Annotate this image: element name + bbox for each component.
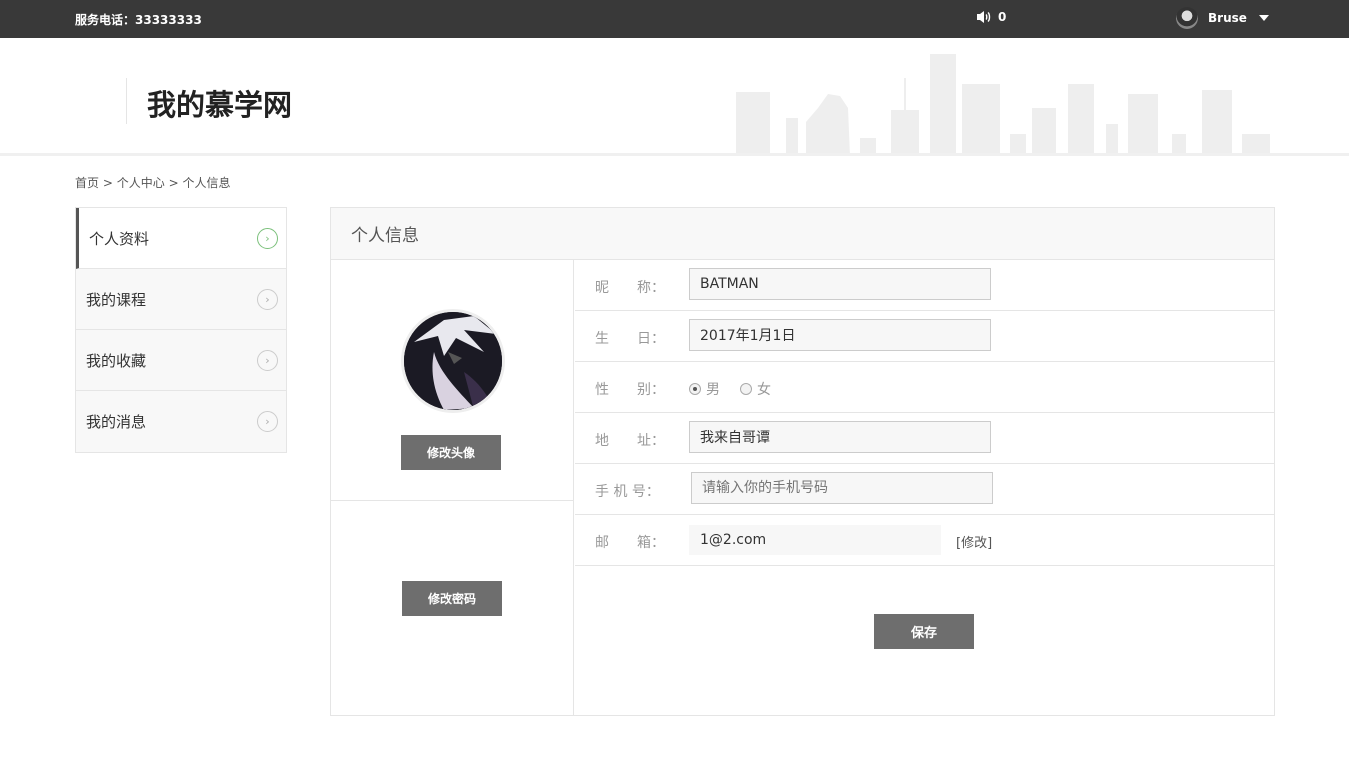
panel-title: 个人信息 — [331, 208, 1274, 260]
gender-radio-group: 男 女 — [689, 379, 771, 399]
chevron-right-icon: › — [257, 289, 278, 310]
address-row: 地 址： — [575, 413, 1275, 464]
sidebar-item-label: 我的收藏 — [86, 351, 147, 370]
message-count: 0 — [998, 10, 1007, 24]
chevron-right-icon: › — [257, 411, 278, 432]
speaker-icon — [977, 11, 991, 23]
service-phone: 服务电话：33333333 — [75, 13, 202, 27]
message-indicator[interactable]: 0 — [976, 10, 1006, 24]
page-title: 我的慕学网 — [147, 88, 293, 122]
sidebar-item-label: 个人资料 — [89, 229, 150, 248]
header-divider — [126, 78, 127, 124]
gender-male-radio[interactable]: 男 — [689, 379, 720, 399]
sidebar-item-label: 我的课程 — [86, 290, 147, 309]
birthday-label: 生 日： — [595, 331, 665, 347]
sidebar-item-profile[interactable]: 个人资料 › — [76, 208, 286, 269]
mobile-input[interactable] — [691, 472, 993, 504]
nickname-input[interactable] — [689, 268, 991, 300]
breadcrumb-current: 个人信息 — [182, 176, 231, 190]
address-label: 地 址： — [595, 433, 665, 449]
password-section: 修改密码 — [331, 501, 573, 715]
avatar-section: 修改头像 — [331, 260, 573, 501]
nickname-label: 昵 称： — [595, 280, 665, 296]
address-input[interactable] — [689, 421, 991, 453]
profile-left-column: 修改头像 修改密码 — [331, 260, 574, 716]
sidebar-item-label: 我的消息 — [86, 413, 147, 431]
change-password-button[interactable]: 修改密码 — [402, 581, 502, 616]
page-header: 我的慕学网 — [0, 38, 1349, 156]
chevron-down-icon — [1258, 15, 1269, 21]
gender-female-label: 女 — [757, 382, 771, 398]
email-row: 邮 箱： 1@2.com [修改] — [575, 515, 1275, 566]
chevron-right-icon: › — [257, 350, 278, 371]
breadcrumb: 首页 > 个人中心 > 个人信息 — [75, 174, 230, 191]
sidebar: 个人资料 › 我的课程 › 我的收藏 › 我的消息 › — [75, 207, 287, 453]
profile-panel: 个人信息 修改头像 修改密码 昵 称： 生 日： — [330, 207, 1275, 716]
breadcrumb-separator: > — [168, 176, 179, 190]
username: Bruse — [1208, 11, 1247, 25]
birthday-row: 生 日： — [575, 311, 1275, 362]
sidebar-item-favorites[interactable]: 我的收藏 › — [76, 330, 286, 391]
radio-checked-icon — [689, 383, 701, 395]
chevron-right-icon: › — [257, 228, 278, 249]
gender-female-radio[interactable]: 女 — [740, 379, 771, 399]
breadcrumb-home[interactable]: 首页 — [75, 176, 99, 190]
sidebar-item-courses[interactable]: 我的课程 › — [76, 269, 286, 330]
mobile-label: 手 机 号： — [595, 484, 660, 500]
user-avatar — [1176, 7, 1198, 29]
skyline-decoration — [736, 54, 1270, 153]
top-bar: 服务电话：33333333 0 Bruse — [0, 0, 1349, 38]
user-menu[interactable]: Bruse — [1176, 7, 1269, 29]
gender-male-label: 男 — [706, 382, 720, 398]
birthday-input[interactable] — [689, 319, 991, 351]
breadcrumb-user-center[interactable]: 个人中心 — [117, 176, 165, 190]
profile-form: 昵 称： 生 日： 性 别： 男 女 地 址： — [575, 260, 1275, 566]
gender-label: 性 别： — [595, 382, 665, 398]
mobile-row: 手 机 号： — [575, 464, 1275, 515]
email-value: 1@2.com — [689, 525, 941, 555]
change-avatar-button[interactable]: 修改头像 — [401, 435, 501, 470]
breadcrumb-separator: > — [102, 176, 113, 190]
sidebar-item-messages[interactable]: 我的消息 › — [76, 391, 286, 452]
gender-row: 性 别： 男 女 — [575, 362, 1275, 413]
radio-unchecked-icon — [740, 383, 752, 395]
save-button[interactable]: 保存 — [874, 614, 974, 649]
profile-avatar — [401, 309, 505, 413]
nickname-row: 昵 称： — [575, 260, 1275, 311]
email-edit-link[interactable]: [修改] — [956, 532, 992, 551]
email-label: 邮 箱： — [595, 535, 665, 551]
